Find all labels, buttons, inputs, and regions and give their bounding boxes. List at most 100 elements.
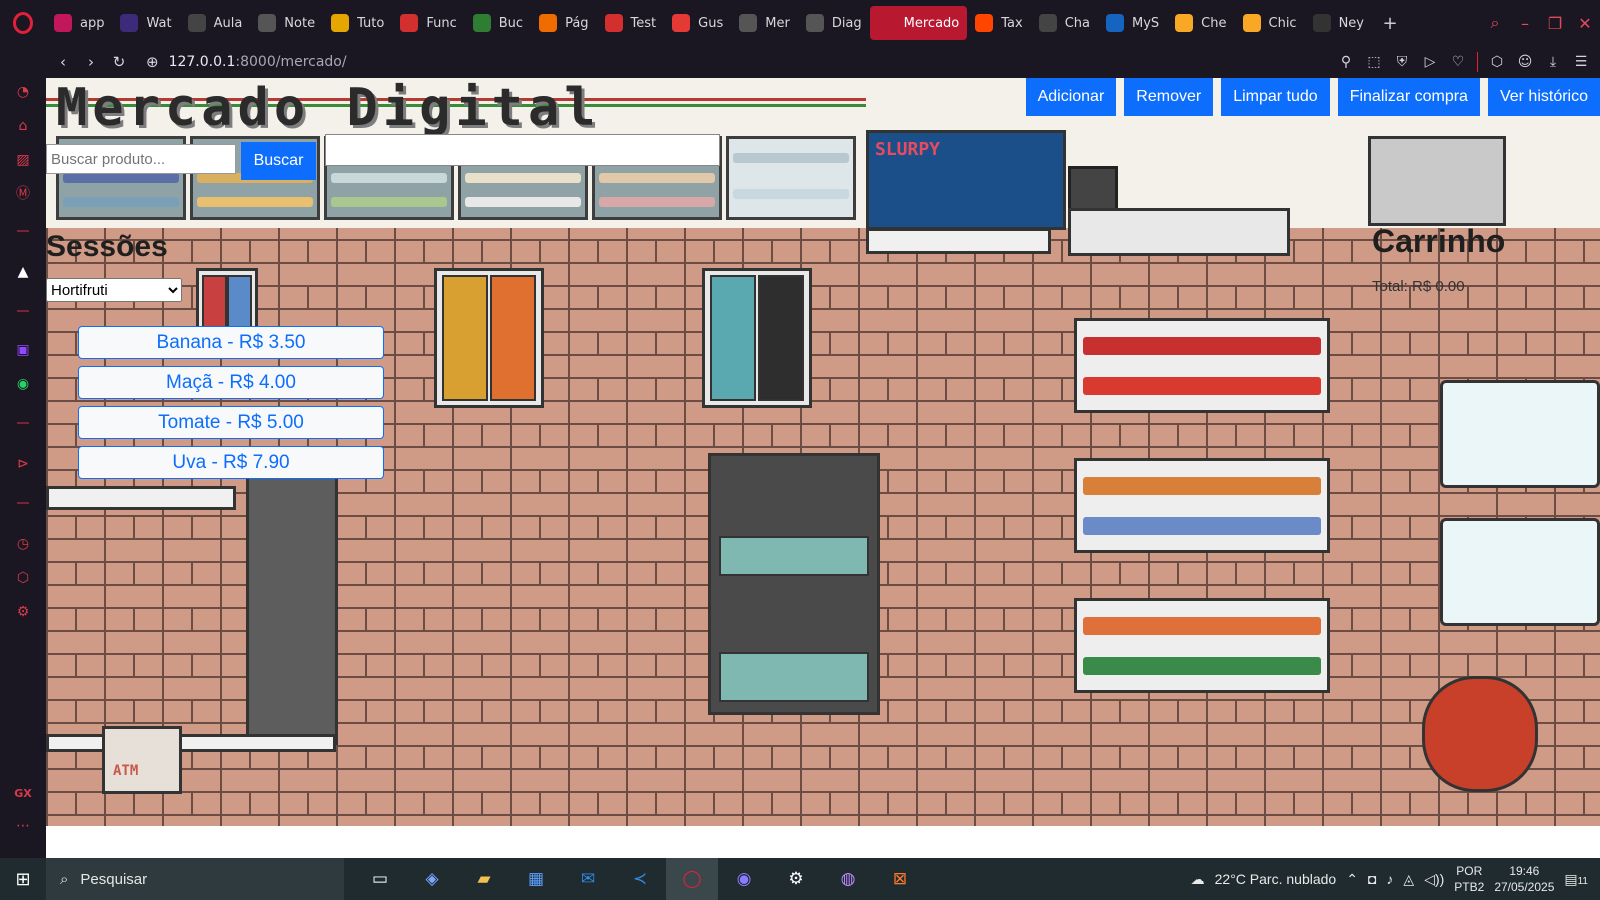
- adblock-icon[interactable]: ⛨: [1393, 54, 1411, 70]
- snapshot-icon[interactable]: ⬚: [1365, 54, 1383, 70]
- settings-app-icon[interactable]: ⚙: [770, 858, 822, 900]
- taskbar-search[interactable]: ⌕ Pesquisar: [46, 858, 344, 900]
- browser-tab[interactable]: MyS: [1098, 6, 1167, 40]
- search-button[interactable]: Buscar: [241, 142, 316, 180]
- maximize-icon[interactable]: ❐: [1540, 14, 1570, 33]
- network-icon[interactable]: ◬: [1403, 871, 1414, 888]
- whatsapp-icon[interactable]: ◉: [13, 374, 33, 394]
- sidebar-divider: [17, 502, 29, 504]
- site-info-icon[interactable]: ⊕: [146, 53, 159, 71]
- volume-icon[interactable]: ◁)): [1424, 871, 1444, 888]
- windows-start-icon[interactable]: ⊞: [0, 858, 46, 900]
- product-button[interactable]: Maçã - R$ 4.00: [78, 366, 384, 399]
- browser-tab[interactable]: Chic: [1235, 6, 1305, 40]
- minimize-icon[interactable]: –: [1510, 14, 1540, 33]
- browser-tab[interactable]: Mercado: [869, 6, 968, 40]
- arc-icon[interactable]: ▲: [13, 262, 33, 282]
- search-icon[interactable]: ⌕: [1480, 13, 1510, 33]
- tab-label: Test: [630, 15, 657, 31]
- vscode-icon[interactable]: ≺: [614, 858, 666, 900]
- profile-icon[interactable]: ☺: [1516, 54, 1534, 70]
- language-indicator[interactable]: POR PTB2: [1454, 863, 1484, 895]
- close-icon[interactable]: ✕: [1570, 14, 1600, 33]
- sidebar-divider: [17, 422, 29, 424]
- browser-tab[interactable]: Diag: [798, 6, 870, 40]
- task-view-icon[interactable]: ▭: [354, 858, 406, 900]
- clock[interactable]: 19:46 27/05/2025: [1494, 863, 1554, 895]
- clear-button[interactable]: Limpar tudo: [1221, 78, 1330, 116]
- product-button[interactable]: Tomate - R$ 5.00: [78, 406, 384, 439]
- browser-tab[interactable]: Pág: [531, 6, 596, 40]
- browser-tab[interactable]: Aula: [180, 6, 251, 40]
- settings-icon[interactable]: ⚙: [13, 602, 33, 622]
- product-button[interactable]: Banana - R$ 3.50: [78, 326, 384, 359]
- reload-icon[interactable]: ↻: [106, 53, 132, 71]
- sidebar-divider: [17, 230, 29, 232]
- browser-tab[interactable]: Buc: [465, 6, 531, 40]
- browser-tab[interactable]: Gus: [664, 6, 731, 40]
- discord-icon[interactable]: ◉: [718, 858, 770, 900]
- add-button[interactable]: Adicionar: [1025, 78, 1117, 116]
- player-sidebar-icon[interactable]: ⊳: [13, 454, 33, 474]
- browser-tab[interactable]: Cha: [1031, 6, 1098, 40]
- messenger-icon[interactable]: Ⓜ: [13, 184, 33, 204]
- sidebar-divider: [17, 310, 29, 312]
- copilot-icon[interactable]: ◈: [406, 858, 458, 900]
- opera-gx-icon[interactable]: ◯: [666, 858, 718, 900]
- download-icon[interactable]: ⤓: [1544, 54, 1562, 70]
- mic-icon[interactable]: ♪: [1386, 871, 1393, 887]
- tray-chevron-icon[interactable]: ⌃: [1346, 871, 1358, 888]
- tab-label: Pág: [565, 15, 589, 31]
- mysql-icon: [1106, 14, 1124, 32]
- more-icon[interactable]: ⋯: [13, 816, 33, 836]
- remove-button[interactable]: Remover: [1124, 78, 1214, 116]
- url-field[interactable]: 127.0.0.1:8000/mercado/: [169, 54, 347, 70]
- browser-tab[interactable]: app: [46, 6, 112, 40]
- weather-text[interactable]: 22°C Parc. nublado: [1215, 871, 1337, 887]
- camera-icon[interactable]: ◘: [1368, 871, 1376, 887]
- browser-tab[interactable]: Ney: [1305, 6, 1372, 40]
- twitch-icon[interactable]: ▣: [13, 340, 33, 360]
- tab-label: Aula: [213, 15, 243, 31]
- xampp-icon[interactable]: ⊠: [874, 858, 926, 900]
- extensions-sidebar-icon[interactable]: ⬡: [13, 568, 33, 588]
- forward-icon[interactable]: ›: [78, 53, 104, 71]
- browser-tab[interactable]: Tuto: [323, 6, 392, 40]
- tab-label: Ney: [1338, 15, 1364, 31]
- history-button[interactable]: Ver histórico: [1487, 78, 1600, 116]
- session-select[interactable]: Hortifruti: [46, 278, 182, 302]
- counter-top: [46, 486, 236, 510]
- pin-icon[interactable]: ⚲: [1337, 54, 1355, 70]
- checkout-button[interactable]: Finalizar compra: [1337, 78, 1480, 116]
- github-desktop-icon[interactable]: ◍: [822, 858, 874, 900]
- history-icon[interactable]: ◷: [13, 534, 33, 554]
- browser-tab[interactable]: Tax: [967, 6, 1030, 40]
- browser-tab[interactable]: Func: [392, 6, 464, 40]
- browser-tab[interactable]: Che: [1167, 6, 1234, 40]
- file-explorer-icon[interactable]: ▰: [458, 858, 510, 900]
- product-button[interactable]: Uva - R$ 7.90: [78, 446, 384, 479]
- browser-sidebar: ◔ ⌂ ▨ Ⓜ ▲ ▣ ◉ ⊳ ◷ ⬡ ⚙ GX ⋯: [0, 78, 46, 858]
- weather-icon[interactable]: ☁: [1191, 871, 1205, 888]
- player-icon[interactable]: ▷: [1421, 54, 1439, 70]
- search-input[interactable]: [46, 144, 236, 174]
- extensions-icon[interactable]: ⬡: [1488, 54, 1506, 70]
- new-tab-button[interactable]: +: [1378, 11, 1402, 35]
- heart-icon[interactable]: ♡: [1449, 54, 1467, 70]
- aria-icon[interactable]: ◔: [13, 82, 33, 102]
- back-icon[interactable]: ‹: [50, 53, 76, 71]
- notification-icon[interactable]: ▤11: [1564, 871, 1588, 888]
- menu-icon[interactable]: ☰: [1572, 54, 1590, 70]
- browser-tab[interactable]: Mer: [731, 6, 798, 40]
- browser-tab[interactable]: Note: [250, 6, 323, 40]
- results-textarea[interactable]: [325, 134, 720, 166]
- opera-logo-icon[interactable]: [0, 0, 46, 46]
- store-icon[interactable]: ▦: [510, 858, 562, 900]
- browser-tab[interactable]: Test: [597, 6, 665, 40]
- browser-tab[interactable]: Wat: [112, 6, 179, 40]
- gx-icon[interactable]: GX: [13, 784, 33, 804]
- gx-corner-icon[interactable]: ▨: [13, 150, 33, 170]
- outlook-icon[interactable]: ✉: [562, 858, 614, 900]
- freezer-chest: [1440, 380, 1600, 488]
- shopping-icon[interactable]: ⌂: [13, 116, 33, 136]
